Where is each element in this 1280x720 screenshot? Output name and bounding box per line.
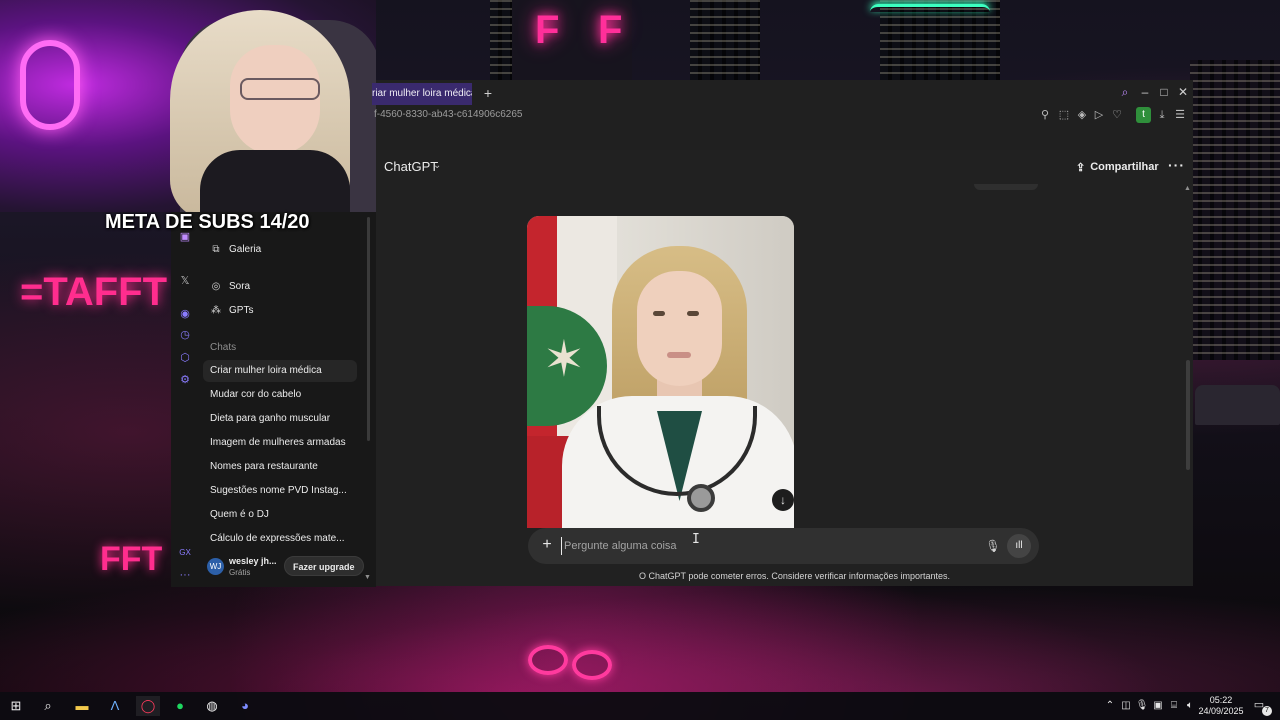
gx-label: GX (179, 548, 191, 557)
sidebar-item-sora[interactable]: ◎ Sora (207, 275, 367, 297)
chat-header: ChatGPT ⌄ ⇪ Compartilhar ··· (376, 150, 1193, 184)
share-icon: ⇪ (1076, 161, 1086, 174)
network-icon[interactable]: ⌸ (1167, 699, 1181, 713)
discord-icon[interactable]: ◕ (233, 696, 257, 716)
share-label: Compartilhar (1090, 161, 1159, 173)
windows-start-icon[interactable]: ⊞ (4, 696, 28, 716)
plus-icon[interactable]: + (538, 536, 556, 554)
x-icon[interactable]: 𝕏 (171, 272, 199, 290)
maximize-icon[interactable]: □ (1157, 85, 1171, 99)
sidebar-item-label: Sora (229, 280, 251, 292)
streamer-body (200, 150, 350, 212)
tray-display-icon[interactable]: ▣ (1151, 699, 1165, 713)
more-icon[interactable]: ··· (171, 566, 199, 584)
sora-icon: ◎ (211, 280, 221, 292)
chat-item[interactable]: Criar mulher loira médica (203, 360, 357, 382)
chat-item[interactable]: Mudar cor do cabelo (203, 384, 357, 406)
file-explorer-icon[interactable]: ▬ (70, 696, 94, 716)
tab-active[interactable]: riar mulher loira médica (372, 83, 472, 105)
chat-item[interactable]: Dieta para ganho muscular (203, 408, 357, 430)
avatar[interactable]: WJ (207, 558, 224, 575)
player-icon[interactable]: ◉ (171, 305, 199, 323)
previous-message-edge (974, 184, 1038, 190)
search-icon[interactable]: ⌕ (36, 696, 60, 716)
generated-image[interactable]: ✶ (527, 216, 794, 528)
microphone-icon[interactable]: 🎙︎ (984, 537, 1002, 555)
disclaimer-text: O ChatGPT pode cometer erros. Considere … (639, 571, 950, 581)
microphone-icon[interactable]: 🎙︎ (1135, 699, 1149, 713)
extensions-icon[interactable]: ⬡ (171, 349, 199, 367)
clock-time: 05:22 (1209, 695, 1233, 705)
browser-sidebar-rail: ▣ 𝕏 ◉ ◷ ⬡ ⚙ GX ··· (171, 212, 199, 587)
chat-sidebar: ⧉ Galeria ◎ Sora ⁂ GPTs Chats Criar mulh… (199, 212, 376, 587)
voice-mode-icon[interactable]: ıll (1007, 534, 1031, 558)
user-plan: Grátis (229, 568, 251, 577)
sidebar-item-label: GPTs (229, 304, 254, 316)
opera-gx-icon[interactable]: ◯ (136, 696, 160, 716)
settings-icon[interactable]: ⚙ (171, 371, 199, 389)
play-icon[interactable]: ▷ (1092, 108, 1106, 122)
image-eye-left (653, 311, 665, 316)
scrollbar[interactable] (1186, 360, 1190, 470)
prompt-input[interactable] (561, 537, 961, 555)
image-stethoscope-bell (687, 484, 715, 512)
profile-avatar[interactable]: t (1136, 107, 1151, 123)
scroll-up-icon[interactable]: ▲ (1184, 185, 1191, 192)
chat-item[interactable]: Nomes para restaurante (203, 456, 357, 478)
chat-item[interactable]: Cálculo de expressões mate... (203, 528, 357, 550)
chevron-down-icon[interactable]: ⌄ (433, 160, 441, 171)
clock[interactable]: 05:22 24/09/2025 (1196, 695, 1246, 717)
tray-app-icon[interactable]: ◫ (1119, 699, 1133, 713)
minimize-icon[interactable]: – (1138, 85, 1152, 99)
gpts-icon: ⁂ (211, 304, 221, 316)
bookmark-icon[interactable]: ⚲ (1038, 108, 1052, 122)
history-icon[interactable]: ◷ (171, 326, 199, 344)
spotify-icon[interactable]: ● (168, 696, 192, 716)
obs-icon[interactable]: ◍ (200, 696, 224, 716)
more-options-icon[interactable]: ··· (1168, 157, 1185, 173)
menu-icon[interactable]: ☰ (1173, 108, 1187, 122)
subs-goal-text: META DE SUBS 14/20 (105, 211, 310, 233)
chat-item[interactable]: Sugestões nome PVD Instag... (203, 480, 357, 502)
chat-main: ChatGPT ⌄ ⇪ Compartilhar ··· ▲ ✶ ↓ + 🎙︎ … (376, 150, 1193, 586)
tray-chevron-up-icon[interactable]: ⌃ (1103, 699, 1117, 713)
chat-item[interactable]: Quem é o DJ (203, 504, 357, 526)
streamer-face (230, 45, 320, 155)
heart-icon[interactable]: ♡ (1110, 108, 1124, 122)
shield-icon[interactable]: ◈ (1075, 108, 1089, 122)
taskbar: ⊞ ⌕ ▬ Λ ◯ ● ◍ ◕ ⌃ ◫ 🎙︎ ▣ ⌸ 🔈︎ 05:22 24/0… (0, 692, 1280, 720)
notification-count-badge: 7 (1262, 706, 1272, 716)
sidebar-item-galeria[interactable]: ⧉ Galeria (207, 238, 367, 260)
image-face (637, 271, 722, 386)
snapshot-icon[interactable]: ⬚ (1057, 108, 1071, 122)
model-selector[interactable]: ChatGPT (384, 159, 438, 174)
image-lips (667, 352, 691, 358)
image-flag-star: ✶ (543, 331, 585, 387)
close-icon[interactable]: ✕ (1176, 85, 1190, 99)
sidebar-scrollbar[interactable] (367, 217, 370, 441)
chats-section-label: Chats (210, 342, 237, 353)
search-icon[interactable]: ⌕ (1118, 85, 1132, 99)
sidebar-item-gpts[interactable]: ⁂ GPTs (207, 299, 367, 321)
chat-item[interactable]: Imagem de mulheres armadas (203, 432, 357, 454)
clock-date: 24/09/2025 (1198, 706, 1244, 716)
composer: + 🎙︎ ıll (528, 528, 1039, 564)
sidebar-item-label: Galeria (229, 243, 262, 255)
download-icon[interactable]: ⤓ (1155, 108, 1169, 122)
image-eye-right (687, 311, 699, 316)
gallery-icon: ⧉ (212, 243, 220, 255)
share-button[interactable]: ⇪ Compartilhar (1076, 157, 1159, 177)
volume-icon[interactable]: 🔈︎ (1183, 699, 1197, 713)
webcam-overlay (0, 0, 376, 212)
app-a-icon[interactable]: Λ (103, 696, 127, 716)
user-name: wesley jh... (229, 556, 277, 566)
user-profile[interactable]: WJ wesley jh... Grátis Fazer upgrade (207, 555, 367, 579)
neon-sign (20, 40, 80, 130)
glasses (240, 78, 320, 100)
upgrade-button[interactable]: Fazer upgrade (284, 556, 364, 576)
address-bar[interactable]: f-4560-8330-ab43-c614906c6265 (374, 108, 674, 122)
text-cursor-icon: I (692, 532, 700, 547)
scroll-down-icon[interactable]: ↓ (772, 489, 794, 511)
new-tab-icon[interactable]: + (479, 84, 497, 102)
